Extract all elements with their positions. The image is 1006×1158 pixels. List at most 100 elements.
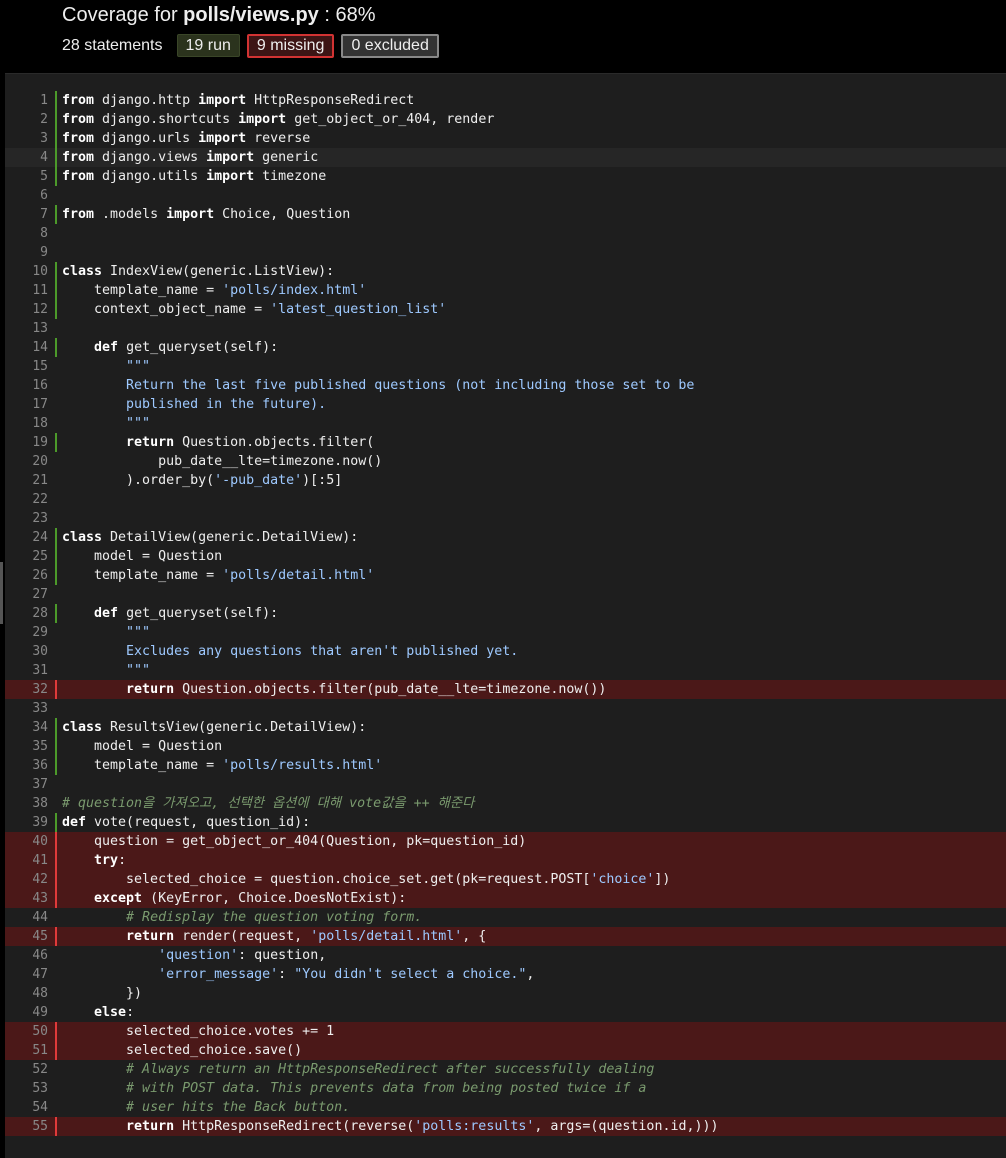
line-number[interactable]: 10: [5, 262, 48, 281]
line-number[interactable]: 54: [5, 1098, 48, 1117]
line-number[interactable]: 50: [5, 1022, 48, 1041]
code-token: get_queryset(self):: [118, 606, 279, 621]
code-token: template_name =: [62, 758, 223, 773]
line-number[interactable]: 7: [5, 205, 48, 224]
line-number[interactable]: 25: [5, 547, 48, 566]
line-number[interactable]: 27: [5, 585, 48, 604]
line-number[interactable]: 38: [5, 794, 48, 813]
code-token: context_object_name =: [62, 302, 271, 317]
line-number[interactable]: 41: [5, 851, 48, 870]
line-number[interactable]: 20: [5, 452, 48, 471]
code-line: 46 'question': question,: [5, 946, 1006, 965]
line-number[interactable]: 4: [5, 148, 48, 167]
line-number[interactable]: 15: [5, 357, 48, 376]
code-line: 12 context_object_name = 'latest_questio…: [5, 300, 1006, 319]
keyword-token: else: [94, 1005, 127, 1020]
line-number[interactable]: 44: [5, 908, 48, 927]
no-marker: [55, 699, 57, 718]
line-number[interactable]: 43: [5, 889, 48, 908]
code-text: try:: [62, 851, 126, 870]
line-number[interactable]: 42: [5, 870, 48, 889]
run-marker: [55, 604, 57, 623]
line-number[interactable]: 29: [5, 623, 48, 642]
line-number[interactable]: 11: [5, 281, 48, 300]
line-number[interactable]: 1: [5, 91, 48, 110]
scroll-marker[interactable]: [0, 562, 3, 624]
line-number[interactable]: 28: [5, 604, 48, 623]
line-number[interactable]: 24: [5, 528, 48, 547]
line-number[interactable]: 34: [5, 718, 48, 737]
code-text: published in the future).: [62, 395, 326, 414]
code-line: 33: [5, 699, 1006, 718]
line-number[interactable]: 13: [5, 319, 48, 338]
line-number[interactable]: 8: [5, 224, 48, 243]
line-number[interactable]: 33: [5, 699, 48, 718]
run-toggle-button[interactable]: 19 run: [176, 34, 240, 57]
no-marker: [55, 1098, 57, 1117]
line-number[interactable]: 52: [5, 1060, 48, 1079]
statements-count: 28 statements: [62, 36, 163, 54]
code-token: Question.objects.filter(pub_date__lte=ti…: [174, 682, 607, 697]
code-text: ).order_by('-pub_date')[:5]: [62, 471, 342, 490]
line-number[interactable]: 40: [5, 832, 48, 851]
line-number[interactable]: 30: [5, 642, 48, 661]
line-number[interactable]: 39: [5, 813, 48, 832]
code-line: 48 }): [5, 984, 1006, 1003]
line-number[interactable]: 3: [5, 129, 48, 148]
line-number[interactable]: 2: [5, 110, 48, 129]
line-number[interactable]: 14: [5, 338, 48, 357]
code-token: render(request,: [174, 929, 311, 944]
line-number[interactable]: 9: [5, 243, 48, 262]
line-number[interactable]: 51: [5, 1041, 48, 1060]
string-token: 'polls/results.html': [222, 758, 383, 773]
line-number[interactable]: 49: [5, 1003, 48, 1022]
line-number[interactable]: 17: [5, 395, 48, 414]
code-line: 15 """: [5, 357, 1006, 376]
line-number[interactable]: 32: [5, 680, 48, 699]
excluded-toggle-button[interactable]: 0 excluded: [341, 33, 439, 58]
code-token: model = Question: [62, 739, 223, 754]
line-number[interactable]: 47: [5, 965, 48, 984]
line-number[interactable]: 55: [5, 1117, 48, 1136]
missing-toggle-button[interactable]: 9 missing: [246, 33, 335, 58]
line-number[interactable]: 53: [5, 1079, 48, 1098]
line-number[interactable]: 19: [5, 433, 48, 452]
missing-marker: [55, 1041, 57, 1060]
line-number[interactable]: 26: [5, 566, 48, 585]
line-number[interactable]: 6: [5, 186, 48, 205]
line-number[interactable]: 12: [5, 300, 48, 319]
code-token: generic: [254, 150, 319, 165]
code-text: return Question.objects.filter(: [62, 433, 374, 452]
no-marker: [55, 357, 57, 376]
no-marker: [55, 471, 57, 490]
code-token: :: [278, 967, 295, 982]
line-number[interactable]: 31: [5, 661, 48, 680]
missing-marker: [55, 870, 57, 889]
code-text: Excludes any questions that aren't publi…: [62, 642, 518, 661]
run-marker: [55, 813, 57, 832]
line-number[interactable]: 35: [5, 737, 48, 756]
line-number[interactable]: 37: [5, 775, 48, 794]
code-text: 'question': question,: [62, 946, 326, 965]
line-number[interactable]: 18: [5, 414, 48, 433]
line-number[interactable]: 21: [5, 471, 48, 490]
line-number[interactable]: 45: [5, 927, 48, 946]
code-line: 23: [5, 509, 1006, 528]
line-number[interactable]: 5: [5, 167, 48, 186]
line-number[interactable]: 46: [5, 946, 48, 965]
keyword-token: try: [94, 853, 119, 868]
line-number[interactable]: 36: [5, 756, 48, 775]
line-number[interactable]: 16: [5, 376, 48, 395]
code-text: def vote(request, question_id):: [62, 813, 310, 832]
line-number[interactable]: 22: [5, 490, 48, 509]
line-number[interactable]: 23: [5, 509, 48, 528]
code-token: ]): [654, 872, 671, 887]
keyword-token: def: [94, 606, 119, 621]
string-token: 'polls/detail.html': [310, 929, 463, 944]
code-line: 31 """: [5, 661, 1006, 680]
no-marker: [55, 319, 57, 338]
line-number[interactable]: 48: [5, 984, 48, 1003]
code-line: 25 model = Question: [5, 547, 1006, 566]
code-token: django.views: [94, 150, 207, 165]
keyword-token: from: [62, 150, 95, 165]
